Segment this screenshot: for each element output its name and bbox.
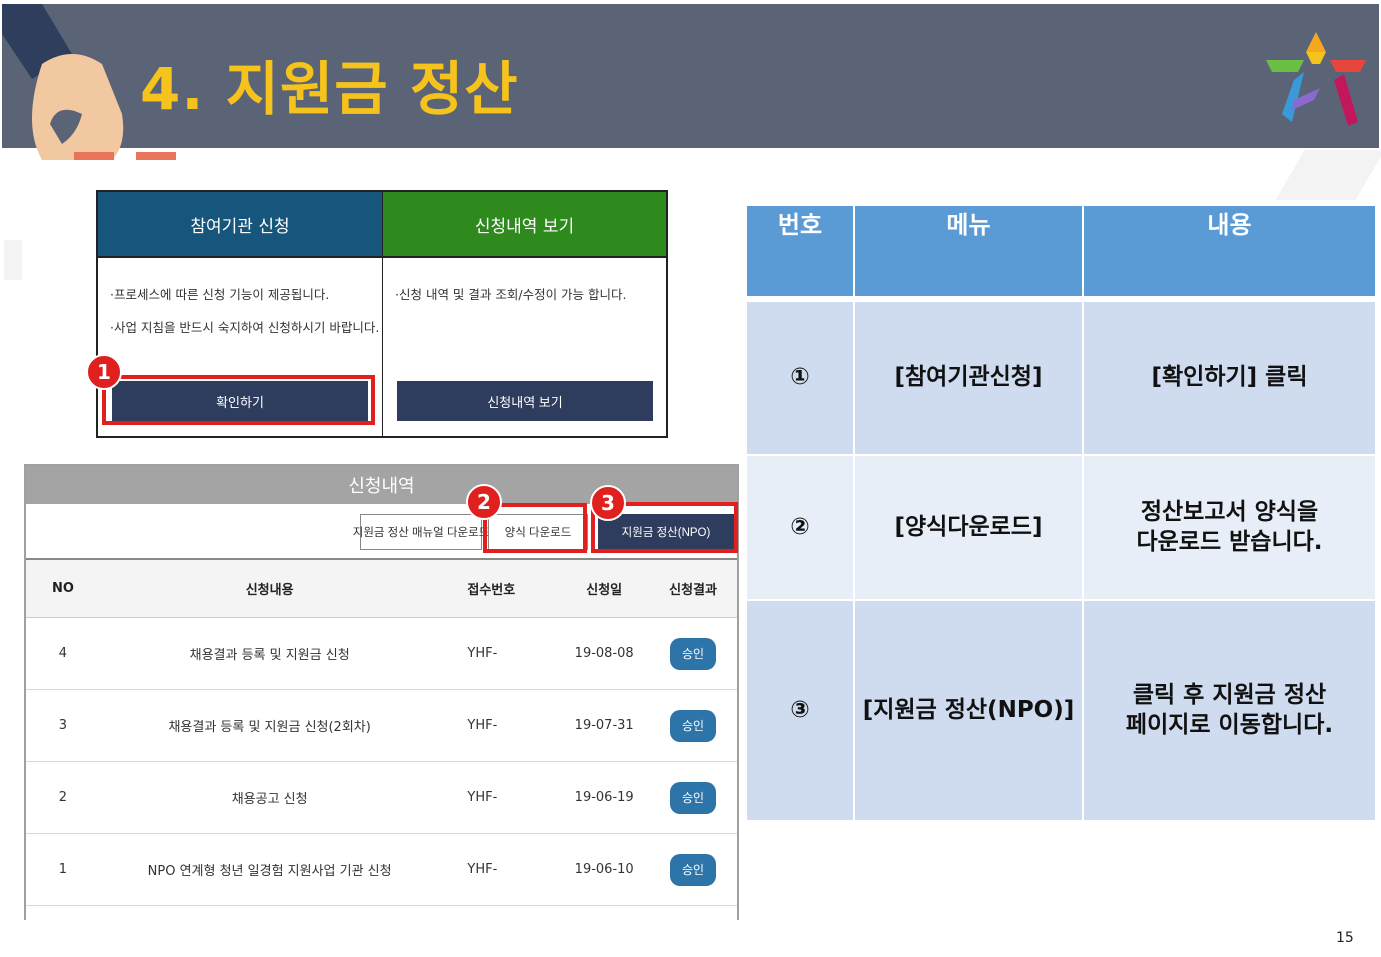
row-date: 19-08-08 [574, 646, 634, 661]
page-number: 15 [1336, 930, 1354, 946]
instruction-number: ② [747, 456, 855, 599]
instruction-desc: 정산보고서 양식을 다운로드 받습니다. [1084, 456, 1375, 599]
header-content: 내용 [1084, 206, 1375, 296]
instruction-number: ③ [747, 601, 855, 820]
participant-apply-note: ·프로세스에 따른 신청 기능이 제공됩니다. [110, 287, 330, 302]
callout-badge: 3 [590, 485, 626, 521]
highlight-box-confirm [102, 375, 375, 425]
table-header: NO 신청내용 접수번호 신청일 신청결과 [26, 560, 737, 618]
instruction-table-header: 번호 메뉴 내용 [747, 206, 1375, 296]
star-logo-icon [1266, 32, 1366, 126]
list-title: 신청내역 [26, 466, 737, 504]
row-result-cell: 승인 [649, 709, 737, 742]
instruction-desc: 클릭 후 지원금 정산 페이지로 이동합니다. [1084, 601, 1375, 820]
instruction-desc-line: 클릭 후 지원금 정산 [1132, 681, 1327, 708]
instruction-desc: [확인하기] 클릭 [1084, 302, 1375, 454]
callout-badge: 1 [86, 354, 122, 390]
column-header-date: 신청일 [586, 583, 623, 598]
row-date: 19-07-31 [574, 718, 634, 733]
instruction-menu: [지원금 정산(NPO)] [855, 601, 1084, 820]
instruction-desc-line: 다운로드 받습니다. [1136, 528, 1323, 555]
page-title: 4. 지원금 정산 [140, 55, 519, 123]
row-result-cell: 승인 [649, 637, 737, 670]
row-no: 2 [58, 790, 68, 805]
view-history-button[interactable]: 신청내역 보기 [397, 381, 653, 421]
row-receipt: YHF- [467, 862, 498, 877]
row-content: 채용결과 등록 및 지원금 신청(2회차) [168, 720, 371, 735]
header-number: 번호 [747, 206, 855, 296]
background-decoration [4, 240, 22, 280]
instruction-number: ① [747, 302, 855, 454]
row-receipt: YHF- [467, 646, 498, 661]
row-receipt: YHF- [467, 790, 498, 805]
table-row[interactable]: 4 채용결과 등록 및 지원금 신청 YHF- 19-08-08 승인 [26, 618, 737, 690]
row-content: 채용결과 등록 및 지원금 신청 [189, 648, 350, 663]
participant-apply-note: ·사업 지침을 반드시 숙지하여 신청하시기 바랍니다. [110, 320, 380, 335]
history-view-note: ·신청 내역 및 결과 조회/수정이 가능 합니다. [395, 287, 627, 302]
history-view-header: 신청내역 보기 [383, 192, 666, 258]
instruction-menu: [참여기관신청] [855, 302, 1084, 454]
status-badge[interactable]: 승인 [670, 709, 717, 742]
instruction-desc-line: 페이지로 이동합니다. [1125, 711, 1334, 738]
status-badge[interactable]: 승인 [670, 781, 717, 814]
row-no: 4 [58, 646, 68, 661]
instruction-row: ② [양식다운로드] 정산보고서 양식을 다운로드 받습니다. [747, 454, 1375, 599]
row-result-cell: 승인 [649, 853, 737, 886]
row-content: NPO 연계형 청년 일경험 지원사업 기관 신청 [147, 864, 392, 879]
row-content: 채용공고 신청 [231, 792, 308, 807]
row-no: 1 [58, 862, 68, 877]
table-row[interactable]: 3 채용결과 등록 및 지원금 신청(2회차) YHF- 19-07-31 승인 [26, 690, 737, 762]
instruction-desc-line: [확인하기] 클릭 [1151, 364, 1308, 391]
participant-apply-header: 참여기관 신청 [98, 192, 382, 258]
instruction-table: 번호 메뉴 내용 ① [참여기관신청] [확인하기] 클릭 ② [양식다운로드]… [747, 206, 1375, 820]
status-badge[interactable]: 승인 [670, 637, 717, 670]
table-row[interactable]: 1 NPO 연계형 청년 일경험 지원사업 기관 신청 YHF- 19-06-1… [26, 834, 737, 906]
column-header-result: 신청결과 [669, 583, 717, 598]
instruction-menu: [양식다운로드] [855, 456, 1084, 599]
column-header-receipt: 접수번호 [467, 583, 516, 598]
instruction-desc-line: 정산보고서 양식을 [1140, 498, 1319, 525]
instruction-row: ③ [지원금 정산(NPO)] 클릭 후 지원금 정산 페이지로 이동합니다. [747, 599, 1375, 820]
callout-badge: 2 [466, 484, 502, 520]
history-view-panel: 신청내역 보기 ·신청 내역 및 결과 조회/수정이 가능 합니다. 신청내역 … [382, 192, 666, 436]
header-menu: 메뉴 [855, 206, 1084, 296]
instruction-row: ① [참여기관신청] [확인하기] 클릭 [747, 302, 1375, 454]
row-result-cell: 승인 [649, 781, 737, 814]
column-header-content: 신청내용 [245, 583, 294, 598]
column-header-no: NO [51, 581, 74, 596]
row-date: 19-06-19 [574, 790, 634, 805]
row-no: 3 [58, 718, 68, 733]
background-decoration [1275, 150, 1381, 200]
table-row[interactable]: 2 채용공고 신청 YHF- 19-06-19 승인 [26, 762, 737, 834]
manual-download-button[interactable]: 지원금 정산 매뉴얼 다운로드 [353, 514, 489, 550]
row-receipt: YHF- [467, 718, 498, 733]
slide-header: 4. 지원금 정산 [2, 4, 1379, 160]
row-date: 19-06-10 [574, 862, 634, 877]
status-badge[interactable]: 승인 [670, 853, 717, 886]
